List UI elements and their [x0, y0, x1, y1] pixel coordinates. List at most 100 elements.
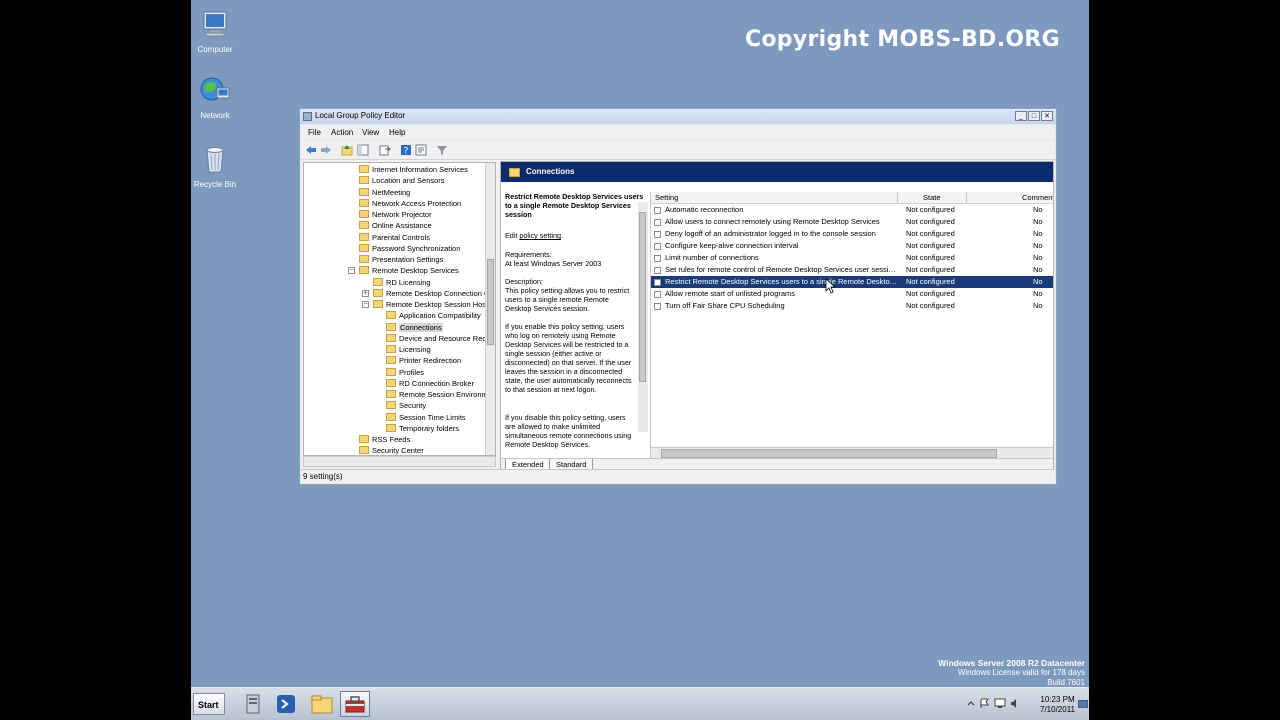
- setting-comment: No: [1033, 277, 1043, 286]
- taskbar-group-policy-editor[interactable]: [340, 691, 370, 717]
- tree-item[interactable]: Online Assistance: [359, 220, 432, 231]
- folder-icon: [373, 277, 383, 286]
- desktop-icon-computer[interactable]: Computer: [191, 8, 245, 54]
- collapse-icon[interactable]: −: [348, 267, 355, 275]
- tree-horizontal-scrollbar[interactable]: [303, 456, 496, 467]
- scroll-thumb[interactable]: [661, 449, 997, 458]
- explorer-folder-icon[interactable]: [307, 691, 337, 717]
- tree-item[interactable]: RD Connection Broker: [386, 378, 474, 389]
- folder-icon: [359, 221, 369, 230]
- settings-row[interactable]: Set rules for remote control of Remote D…: [651, 264, 1053, 276]
- tree-item-label: Licensing: [399, 345, 431, 354]
- powershell-icon[interactable]: [271, 691, 301, 717]
- tree-item[interactable]: Application Compatibility: [386, 310, 481, 321]
- show-hide-tree-icon[interactable]: [357, 144, 369, 156]
- help-icon[interactable]: ?: [400, 144, 412, 156]
- show-desktop-icon[interactable]: [1078, 700, 1088, 708]
- desktop-icon-recycle-bin[interactable]: Recycle Bin: [191, 143, 245, 189]
- tree-item[interactable]: Security Center: [359, 445, 424, 455]
- desktop-icon-network[interactable]: Network: [191, 74, 245, 120]
- folder-icon: [386, 367, 396, 376]
- menu-help[interactable]: Help: [389, 128, 405, 137]
- tree-item[interactable]: RSS Feeds: [359, 434, 410, 445]
- network-tray-icon[interactable]: [994, 698, 1006, 709]
- server-manager-icon[interactable]: [238, 691, 268, 717]
- tree-item[interactable]: Remote Desktop Session Host: [373, 299, 488, 310]
- tree-item[interactable]: Session Time Limits: [386, 412, 466, 423]
- tree-vertical-scrollbar[interactable]: [485, 163, 495, 455]
- close-button[interactable]: ✕: [1041, 111, 1053, 121]
- flag-icon[interactable]: [980, 698, 990, 709]
- tree-item[interactable]: Remote Session Environment: [386, 389, 495, 400]
- tree-item[interactable]: Profiles: [386, 367, 424, 378]
- column-setting[interactable]: Setting: [655, 193, 678, 202]
- tree-item-label: Internet Information Services: [372, 165, 468, 174]
- setting-state: Not configured: [906, 289, 955, 298]
- tree-item[interactable]: Temporary folders: [386, 423, 459, 434]
- tree-item[interactable]: Location and Sensors: [359, 175, 445, 186]
- tree-item[interactable]: Password Synchronization: [359, 243, 460, 254]
- settings-row[interactable]: Turn off Fair Share CPU Scheduling Not co…: [651, 300, 1053, 312]
- settings-row[interactable]: Automatic reconnection Not configured No: [651, 204, 1053, 216]
- tree-item[interactable]: Network Projector: [359, 209, 432, 220]
- tree-item[interactable]: Licensing: [386, 344, 431, 355]
- column-comment[interactable]: Comment: [1022, 193, 1053, 202]
- clock[interactable]: 10:23 PM 7/10/2011: [1040, 695, 1075, 715]
- menu-action[interactable]: Action: [331, 128, 353, 137]
- scroll-thumb[interactable]: [487, 259, 494, 345]
- collapse-icon[interactable]: −: [362, 301, 369, 308]
- settings-row[interactable]: Configure keep-alive connection interval…: [651, 240, 1053, 252]
- settings-row[interactable]: Allow users to connect remotely using Re…: [651, 216, 1053, 228]
- up-folder-icon[interactable]: [341, 144, 353, 156]
- back-arrow-icon[interactable]: [305, 144, 317, 156]
- tree-item[interactable]: Network Access Protection: [359, 198, 461, 209]
- tree-item[interactable]: Connections: [386, 322, 443, 333]
- tree-item[interactable]: Presentation Settings: [359, 254, 443, 265]
- setting-state: Not configured: [906, 241, 955, 250]
- tree-item[interactable]: Remote Desktop Connection Client: [373, 288, 495, 299]
- scroll-thumb[interactable]: [639, 212, 646, 382]
- tree-item[interactable]: Internet Information Services: [359, 164, 468, 175]
- minimize-button[interactable]: _: [1015, 111, 1027, 121]
- settings-row[interactable]: Allow remote start of unlisted programs N…: [651, 288, 1053, 300]
- setting-state: Not configured: [906, 229, 955, 238]
- title-bar[interactable]: Local Group Policy Editor _ □ ✕: [300, 109, 1056, 124]
- description-scrollbar[interactable]: [638, 202, 648, 432]
- maximize-button[interactable]: □: [1028, 111, 1040, 121]
- clock-date: 7/10/2011: [1040, 705, 1075, 714]
- tree-item[interactable]: RD Licensing: [373, 277, 431, 288]
- tree-item-label: Printer Redirection: [399, 356, 462, 366]
- folder-icon: [359, 210, 369, 218]
- menu-file[interactable]: File: [308, 128, 321, 137]
- folder-icon: [373, 288, 383, 297]
- chevron-up-icon[interactable]: [967, 699, 975, 709]
- taskbar: Start 10:23 PM 7/10/2011: [191, 687, 1089, 720]
- column-state[interactable]: State: [923, 193, 941, 202]
- tree-item[interactable]: Remote Desktop Services: [359, 265, 459, 276]
- settings-row[interactable]: Deny logoff of an administrator logged i…: [651, 228, 1053, 240]
- tree-item-label: Online Assistance: [372, 221, 432, 231]
- properties-icon[interactable]: [415, 144, 427, 156]
- filter-icon[interactable]: [436, 144, 448, 156]
- edit-policy-link[interactable]: policy setting: [519, 231, 561, 240]
- clock-time: 10:23 PM: [1040, 695, 1075, 704]
- tree-item[interactable]: NetMeeting: [359, 187, 410, 198]
- export-list-icon[interactable]: [379, 144, 391, 156]
- policy-setting-icon: [654, 231, 661, 238]
- tree-item[interactable]: Printer Redirection: [386, 355, 461, 366]
- settings-row[interactable]: Restrict Remote Desktop Services users t…: [651, 276, 1053, 288]
- expand-icon[interactable]: +: [362, 289, 369, 297]
- setting-comment: No: [1033, 301, 1043, 310]
- tree-item[interactable]: Security: [386, 400, 426, 411]
- tree-item[interactable]: Device and Resource Redirection: [386, 333, 495, 344]
- policy-heading: Restrict Remote Desktop Services users t…: [505, 192, 644, 219]
- tree-item-label: Presentation Settings: [372, 255, 444, 264]
- setting-name: Set rules for remote control of Remote D…: [665, 265, 899, 274]
- speaker-icon[interactable]: [1010, 698, 1020, 709]
- tree-item[interactable]: Parental Controls: [359, 232, 430, 243]
- menu-view[interactable]: View: [362, 128, 379, 137]
- setting-name: Allow users to connect remotely using Re…: [665, 217, 880, 226]
- forward-arrow-icon[interactable]: [320, 144, 332, 156]
- start-button[interactable]: Start: [193, 693, 225, 715]
- settings-row[interactable]: Limit number of connections Not configure…: [651, 252, 1053, 264]
